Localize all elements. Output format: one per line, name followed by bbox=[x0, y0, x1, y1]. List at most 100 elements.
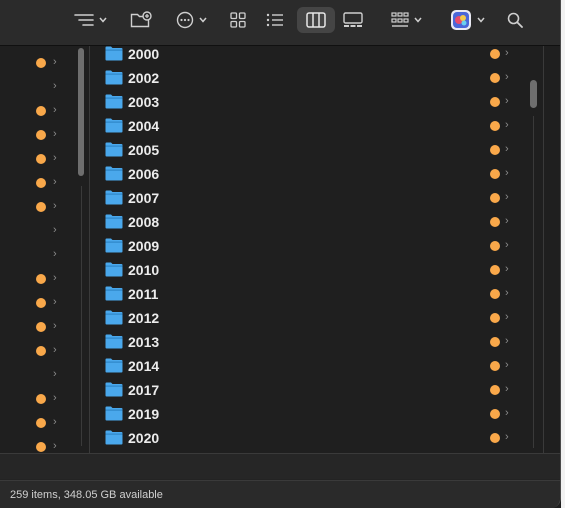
folder-name: 2017 bbox=[128, 382, 160, 398]
folder-row[interactable]: 2006 › bbox=[91, 162, 531, 186]
folder-name: 2008 bbox=[128, 214, 160, 230]
chevron-right-icon: › bbox=[505, 383, 509, 395]
folder-row[interactable]: 2005 › bbox=[91, 138, 531, 162]
chevron-right-icon: › bbox=[505, 71, 509, 83]
chevron-right-icon: › bbox=[505, 359, 509, 371]
scrollbar-thumb[interactable] bbox=[78, 48, 84, 176]
folder-icon bbox=[105, 118, 123, 133]
orange-tag-dot bbox=[36, 394, 46, 404]
folder-column[interactable]: 2000 › 2002 › 2003 › 2004 › 2005 › 2006 › 2007 › 2008 ›… bbox=[91, 46, 543, 453]
group-button[interactable] bbox=[386, 8, 426, 32]
orange-tag-dot bbox=[36, 442, 46, 452]
group-by-icon bbox=[73, 14, 94, 26]
chevron-right-icon: › bbox=[505, 95, 509, 107]
detail-column[interactable] bbox=[543, 46, 560, 453]
folder-row[interactable]: 2012 › bbox=[91, 306, 531, 330]
orange-tag-dot bbox=[36, 178, 46, 188]
chevron-down-icon bbox=[413, 17, 422, 23]
column-browser: › › › › › › › › › › › › › › › › › 2000 ›… bbox=[0, 46, 560, 453]
chevron-right-icon: › bbox=[53, 104, 57, 116]
chevron-down-icon bbox=[98, 17, 107, 23]
orange-tag-dot bbox=[490, 121, 500, 131]
folder-row[interactable]: 2000 › bbox=[91, 46, 531, 66]
list-view-icon bbox=[266, 13, 283, 27]
chevron-right-icon: › bbox=[505, 239, 509, 251]
list-view-button[interactable] bbox=[264, 8, 286, 32]
folder-icon bbox=[105, 382, 123, 397]
icon-view-icon bbox=[230, 12, 246, 28]
folder-row[interactable]: 2020 › bbox=[91, 426, 531, 450]
folder-icon bbox=[105, 286, 123, 301]
folder-row[interactable]: 2019 › bbox=[91, 402, 531, 426]
orange-tag-dot bbox=[490, 265, 500, 275]
folder-name: 2020 bbox=[128, 430, 160, 446]
search-button[interactable] bbox=[505, 8, 525, 32]
folder-name: 2011 bbox=[128, 286, 159, 302]
orange-tag-dot bbox=[36, 154, 46, 164]
path-bar[interactable] bbox=[0, 453, 560, 479]
folder-icon bbox=[105, 70, 123, 85]
folder-row[interactable]: 2017 › bbox=[91, 378, 531, 402]
orange-tag-dot bbox=[490, 169, 500, 179]
folder-icon bbox=[105, 238, 123, 253]
folder-row[interactable]: 2010 › bbox=[91, 258, 531, 282]
folder-row[interactable]: 2004 › bbox=[91, 114, 531, 138]
scrollbar-track[interactable] bbox=[533, 116, 534, 448]
scrollbar-track[interactable] bbox=[81, 186, 82, 446]
app-extension-button[interactable] bbox=[446, 8, 488, 32]
window-edge bbox=[561, 0, 565, 508]
column-view-button[interactable] bbox=[297, 7, 335, 33]
toolbar bbox=[0, 0, 560, 46]
more-actions-button[interactable] bbox=[172, 8, 210, 32]
status-bar: 259 items, 348.05 GB available bbox=[0, 480, 560, 508]
chevron-right-icon: › bbox=[505, 263, 509, 275]
folder-name: 2000 bbox=[128, 46, 160, 62]
orange-tag-dot bbox=[36, 298, 46, 308]
orange-tag-dot bbox=[36, 130, 46, 140]
folder-row[interactable]: 2013 › bbox=[91, 330, 531, 354]
orange-tag-dot bbox=[490, 361, 500, 371]
gallery-view-icon bbox=[343, 12, 363, 27]
folder-row[interactable]: 2014 › bbox=[91, 354, 531, 378]
chevron-right-icon: › bbox=[505, 407, 509, 419]
chevron-right-icon: › bbox=[505, 47, 509, 59]
chevron-right-icon: › bbox=[53, 296, 57, 308]
orange-tag-dot bbox=[490, 433, 500, 443]
app-icon bbox=[450, 10, 471, 30]
orange-tag-dot bbox=[490, 337, 500, 347]
chevron-down-icon bbox=[476, 17, 485, 23]
chevron-right-icon: › bbox=[505, 287, 509, 299]
group-icon bbox=[390, 12, 409, 27]
scrollbar-thumb[interactable] bbox=[530, 80, 537, 108]
orange-tag-dot bbox=[490, 241, 500, 251]
chevron-right-icon: › bbox=[53, 344, 57, 356]
chevron-right-icon: › bbox=[53, 224, 57, 236]
more-actions-icon bbox=[176, 11, 193, 29]
folder-row[interactable]: 2011 › bbox=[91, 282, 531, 306]
folder-icon bbox=[105, 406, 123, 421]
folder-row[interactable]: 2008 › bbox=[91, 210, 531, 234]
chevron-right-icon: › bbox=[53, 176, 57, 188]
gallery-view-button[interactable] bbox=[342, 8, 364, 32]
folder-name: 2005 bbox=[128, 142, 160, 158]
chevron-right-icon: › bbox=[505, 167, 509, 179]
chevron-right-icon: › bbox=[505, 311, 509, 323]
new-folder-button[interactable] bbox=[129, 8, 153, 32]
chevron-right-icon: › bbox=[53, 320, 57, 332]
orange-tag-dot bbox=[36, 274, 46, 284]
folder-row[interactable]: 2003 › bbox=[91, 90, 531, 114]
parent-column[interactable]: › › › › › › › › › › › › › › › › › bbox=[0, 46, 90, 453]
group-by-button[interactable] bbox=[70, 8, 110, 32]
folder-row[interactable]: 2002 › bbox=[91, 66, 531, 90]
orange-tag-dot bbox=[490, 145, 500, 155]
folder-name: 2002 bbox=[128, 70, 160, 86]
orange-tag-dot bbox=[36, 346, 46, 356]
folder-row[interactable]: 2007 › bbox=[91, 186, 531, 210]
search-icon bbox=[507, 12, 523, 28]
new-folder-icon bbox=[130, 11, 152, 28]
chevron-right-icon: › bbox=[505, 191, 509, 203]
icon-view-button[interactable] bbox=[228, 8, 248, 32]
folder-row[interactable]: 2009 › bbox=[91, 234, 531, 258]
orange-tag-dot bbox=[36, 106, 46, 116]
orange-tag-dot bbox=[490, 217, 500, 227]
